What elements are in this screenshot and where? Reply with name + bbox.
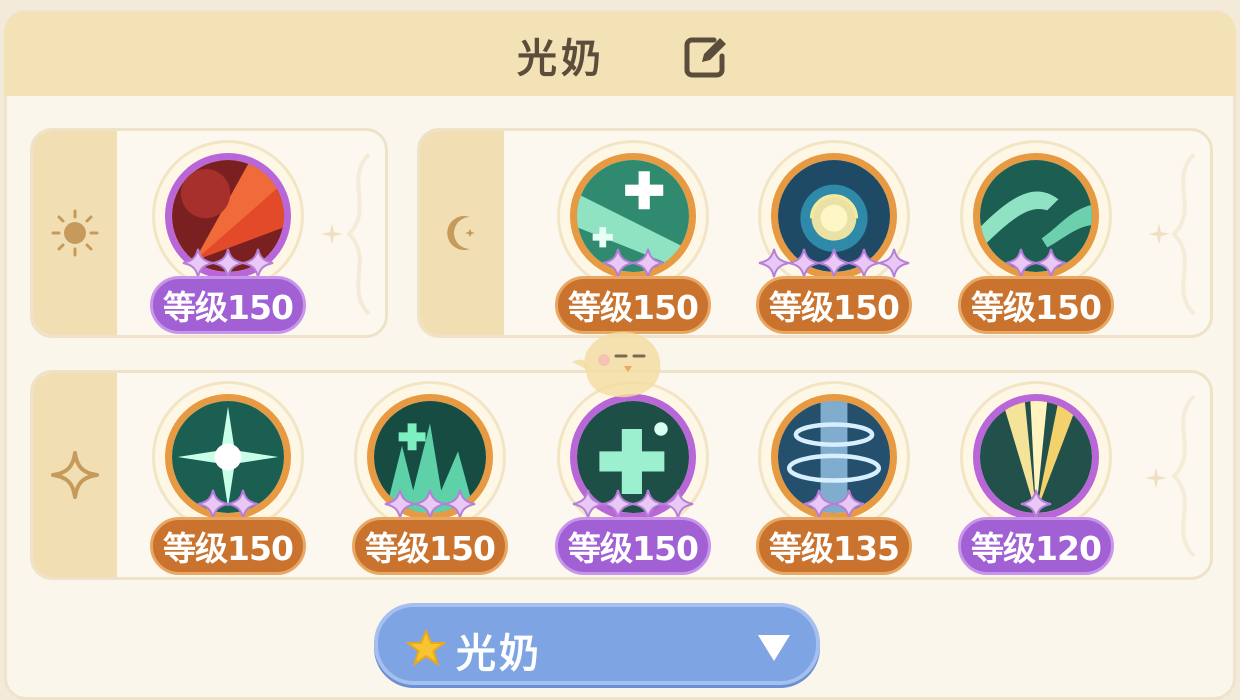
sun-icon [51,209,99,257]
skill-slot[interactable]: 等级150 [148,381,308,581]
star-rank-icon [632,248,664,278]
group-tag [420,131,504,335]
skill-level-badge: 等级150 [958,276,1114,334]
star-rank-icon [878,248,910,278]
star-rank-icon [1005,248,1037,278]
star-icon [406,629,446,667]
star-rank-icon [444,489,476,519]
skill-slot[interactable]: 等级150 [956,140,1116,340]
edit-icon[interactable] [682,34,728,80]
star-rank-icon [662,489,694,519]
ornament-decoration [346,152,371,316]
star-rank-icon [212,248,244,278]
star-rank-icon [818,248,850,278]
skill-stars [553,489,713,519]
star-rank-icon [414,489,446,519]
star-rank-icon [182,248,214,278]
star-rank-icon [803,489,835,519]
build-selector-dropdown[interactable]: 光奶 [374,603,820,685]
skill-stars [553,248,713,278]
ornament-decoration [1171,394,1196,558]
skill-stars [754,248,914,278]
star-rank-icon [602,489,634,519]
selector-label: 光奶 [456,631,542,677]
triangle-down-icon [758,635,790,661]
four-point-star-icon [51,451,99,499]
build-title: 光奶 [517,36,605,82]
skill-level-badge: 等级150 [756,276,912,334]
skill-slot[interactable]: 等级135 [754,381,914,581]
mascot-chick [572,331,661,398]
star-rank-icon [197,489,229,519]
skill-stars [148,489,308,519]
star-rank-icon [227,489,259,519]
star-rank-icon [1035,248,1067,278]
moon-icon [447,216,475,250]
star-rank-icon [1020,489,1052,519]
star-rank-icon [602,248,634,278]
skill-stars [350,489,510,519]
skill-stars [148,248,308,278]
skill-level-badge: 等级150 [150,276,306,334]
skill-slot[interactable]: 等级150 [350,381,510,581]
group-tag [33,373,117,577]
star-rank-icon [242,248,274,278]
skill-slot[interactable]: 等级150 [553,381,713,581]
star-rank-icon [758,248,790,278]
star-rank-icon [572,489,604,519]
skill-slot[interactable]: 等级150 [148,140,308,340]
skill-stars [956,248,1116,278]
group-tag [33,131,117,335]
ornament-decoration [1171,152,1196,316]
skill-level-badge: 等级120 [958,517,1114,575]
skill-level-badge: 等级135 [756,517,912,575]
star-rank-icon [632,489,664,519]
skill-slot[interactable]: 等级150 [553,140,713,340]
skill-slot[interactable]: 等级120 [956,381,1116,581]
skill-level-badge: 等级150 [150,517,306,575]
star-rank-icon [788,248,820,278]
star-rank-icon [833,489,865,519]
star-rank-icon [384,489,416,519]
skill-slot[interactable]: 等级150 [754,140,914,340]
skill-stars [956,489,1116,519]
skill-stars [754,489,914,519]
header-bar [4,12,1236,96]
star-rank-icon [848,248,880,278]
skill-level-badge: 等级150 [555,517,711,575]
skill-level-badge: 等级150 [352,517,508,575]
